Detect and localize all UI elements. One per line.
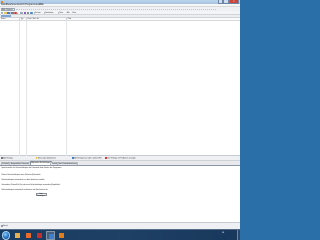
settings-line[interactable]: Speicherordner für Sicherheitskopien der… [1, 168, 61, 169]
print-icon[interactable] [11, 11, 14, 15]
reload-label: Alle Einträge neu laden / prüfen (F5) [74, 157, 102, 160]
settings-panel: Speicherordner für Sicherheitskopien der… [0, 165, 240, 222]
app-icon [1, 0, 4, 4]
status-bar: Bereit [0, 222, 240, 229]
toolbar-label-search[interactable]: Suchen [35, 12, 41, 14]
new-icon[interactable] [0, 11, 4, 15]
save-icon[interactable] [7, 11, 10, 15]
file-list[interactable] [0, 20, 240, 156]
menu-help[interactable]: Hilfe [39, 4, 44, 6]
orange-app-icon [59, 233, 64, 238]
properties-icon[interactable] [20, 11, 23, 15]
tray-language[interactable]: DE [222, 233, 224, 234]
help-icon[interactable] [30, 11, 33, 15]
taskbar-button[interactable] [24, 231, 33, 240]
problems-only-option[interactable]: Nur Einträge mit Problemen anzeigen [105, 157, 136, 160]
taskbar-button[interactable] [13, 231, 22, 240]
taskbar-button[interactable] [35, 231, 44, 240]
toolbar-label-filter[interactable]: Filter [59, 12, 63, 14]
settings-line[interactable]: Sicherheitskopien automatisch aufräumen … [1, 190, 48, 191]
disable-warnings-label: Warnungen deaktivieren [37, 157, 57, 160]
settings-line[interactable]: Sicherheitskopien automatisch vor dem Sp… [1, 180, 44, 181]
wand-icon[interactable] [23, 11, 27, 15]
menu-view[interactable]: Ansicht [17, 4, 25, 6]
problems-only-label: Nur Einträge mit Problemen anzeigen [107, 157, 136, 160]
reload-option[interactable]: Alle Einträge neu laden / prüfen (F5) [72, 157, 101, 160]
settings-line[interactable]: Unterordner (Datum/Zeit) für jede neue S… [1, 185, 60, 186]
taskbar: DE [0, 229, 240, 240]
maximize-icon: □ [225, 0, 227, 4]
address-divider [15, 8, 216, 11]
status-text: Bereit [3, 225, 8, 228]
settings-line[interactable]: Pfad zu Sicherheitskopien einer (Schema-… [1, 175, 40, 176]
show-all-option[interactable]: Alle Einträge [0, 157, 13, 160]
open-icon[interactable] [4, 11, 7, 15]
taskbar-button[interactable] [57, 231, 66, 240]
toolbar-label-all[interactable]: Alle [67, 12, 70, 14]
disable-warnings-option[interactable]: Warnungen deaktivieren [35, 157, 57, 160]
menu-edit[interactable]: Bearbeiten [6, 4, 17, 6]
close-icon: × [233, 0, 235, 4]
settings-icon[interactable] [26, 11, 30, 15]
show-all-label: Alle Einträge [3, 157, 13, 160]
show-desktop-button[interactable] [236, 230, 240, 240]
start-button[interactable] [1, 231, 10, 240]
cleanup-now-button[interactable]: Jetzt bereinigen [35, 193, 47, 197]
toolbar-label-edit[interactable]: Bearbeiten [45, 12, 53, 14]
red-app-icon [37, 233, 42, 238]
app-window-icon [49, 234, 54, 239]
media-player-icon [26, 233, 31, 238]
toolbar-label-filter-2[interactable]: Filter [72, 12, 76, 14]
application-window: _ □ × Datei Bearbeiten Ansicht Programmi… [0, 0, 240, 229]
taskbar-button-active[interactable] [46, 230, 55, 240]
folder-icon [15, 233, 20, 238]
minimize-icon: _ [220, 0, 222, 4]
